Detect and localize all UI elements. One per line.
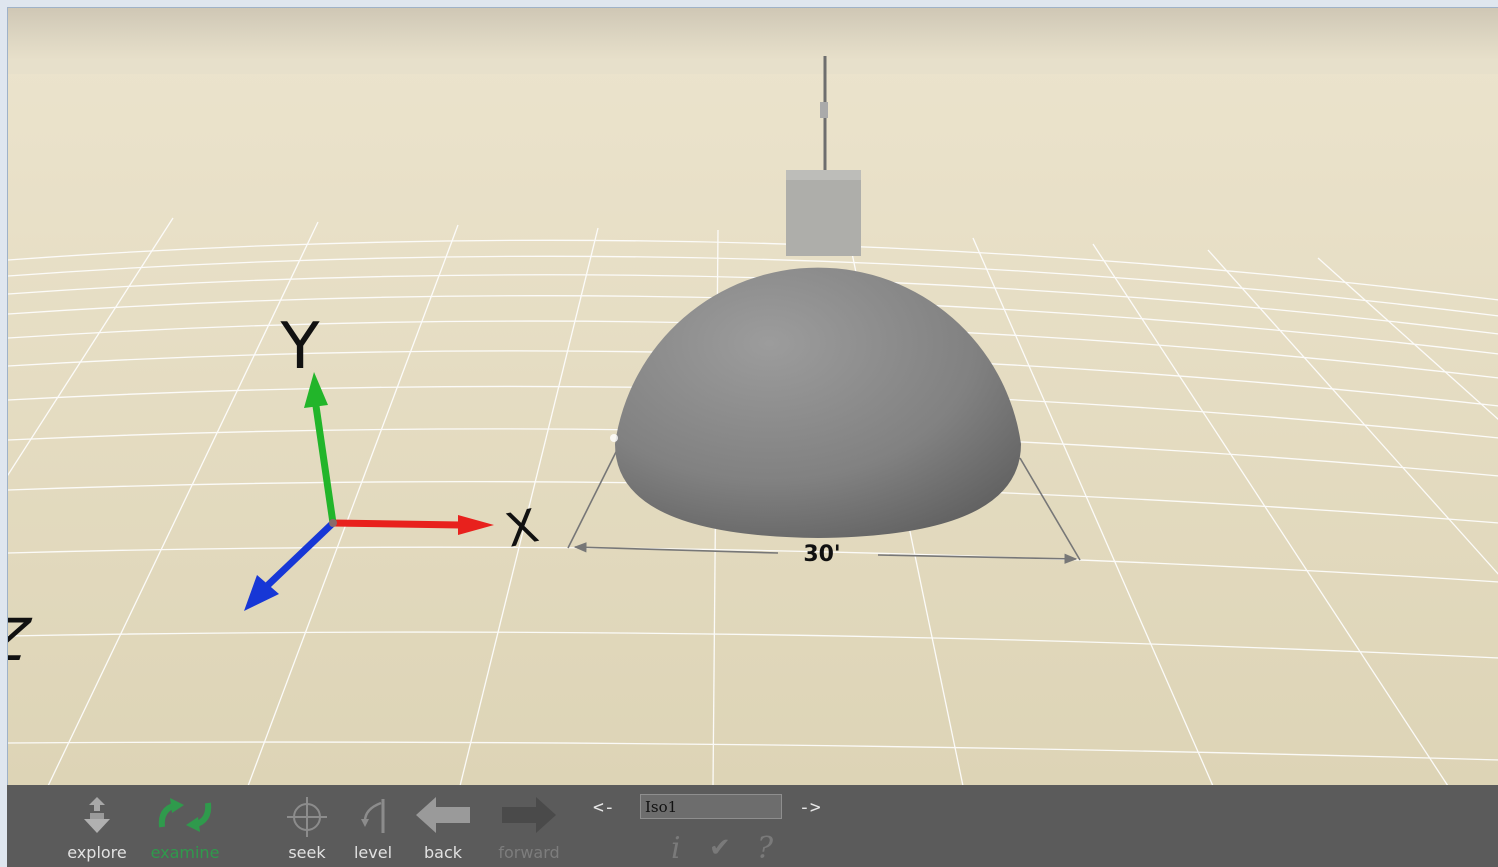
level-label: level	[353, 843, 393, 862]
forward-arrow-icon	[502, 797, 556, 833]
level-tool[interactable]: level	[345, 789, 401, 863]
forward-label: forward	[498, 843, 560, 862]
scene-canvas: 30' Y X Z	[8, 8, 1498, 786]
top-box	[786, 170, 861, 256]
viewpoint-field[interactable]	[640, 794, 782, 819]
check-icon[interactable]: ✔	[709, 833, 731, 863]
back-label: back	[423, 843, 463, 862]
axis-label-y: Y	[279, 310, 320, 384]
3d-viewport[interactable]: 30' Y X Z	[7, 7, 1498, 786]
back-button[interactable]: back	[413, 789, 473, 863]
examine-label: examine	[150, 843, 220, 862]
seek-label: seek	[288, 843, 326, 862]
explore-icon	[84, 797, 110, 833]
app-window: 30' Y X Z explore examine seek level bac…	[0, 0, 1498, 867]
back-arrow-icon	[416, 797, 470, 833]
seek-tool[interactable]: seek	[277, 789, 337, 863]
explore-label: explore	[67, 843, 127, 862]
explore-tool[interactable]: explore	[59, 789, 135, 863]
help-icon[interactable]: ?	[757, 831, 773, 866]
dimension-label: 30'	[803, 542, 840, 567]
examine-icon	[158, 798, 212, 832]
navigation-toolbar: explore examine seek level back forward …	[7, 785, 1498, 867]
forward-button[interactable]: forward	[489, 789, 569, 863]
info-icon[interactable]: i	[671, 831, 681, 866]
viewpoint-prev-button[interactable]: <-	[593, 797, 615, 818]
examine-tool[interactable]: examine	[145, 789, 225, 863]
level-icon	[361, 799, 385, 833]
crosshair-icon	[287, 797, 327, 837]
sky	[8, 8, 1498, 68]
viewpoint-next-button[interactable]: ->	[799, 797, 821, 818]
